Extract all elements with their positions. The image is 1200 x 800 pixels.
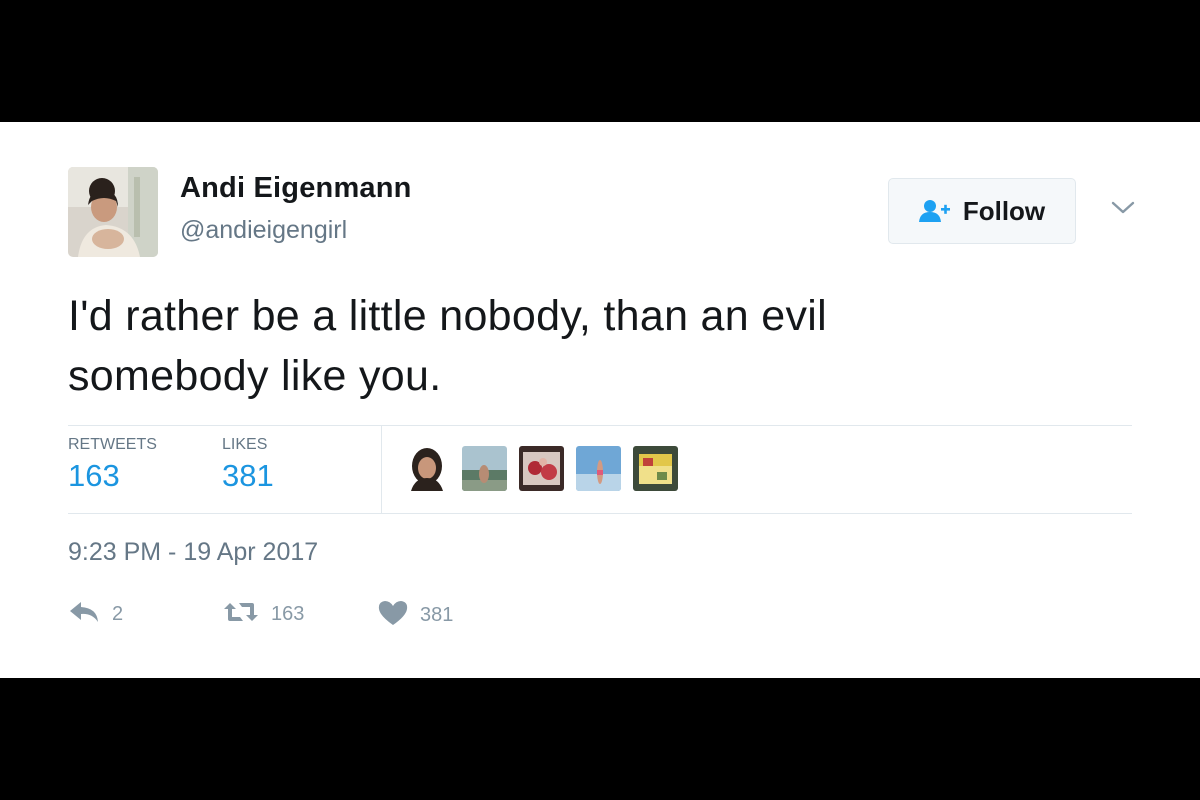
tweet-card: Andi Eigenmann @andieigengirl Follow I'd… [0,122,1200,678]
tweet-text-line-2: somebody like you. [68,352,442,400]
liker-avatar-3[interactable] [519,446,564,491]
likes-stat[interactable]: LIKES 381 [222,436,274,494]
tweet-text-line-1: I'd rather be a little nobody, than an e… [68,292,827,340]
stats-divider-top [68,425,1132,426]
follow-button[interactable]: Follow [888,178,1076,244]
liker-avatar-1[interactable] [405,446,450,491]
like-count: 381 [420,604,454,626]
add-user-icon [918,199,951,223]
author-handle[interactable]: @andieigengirl [180,216,347,245]
heart-icon [378,600,408,631]
retweets-label: RETWEETS [68,436,157,453]
like-button[interactable]: 381 [378,600,453,631]
reply-count: 2 [112,603,124,625]
retweet-icon [223,600,259,629]
reply-button[interactable]: 2 [68,600,123,629]
tweet-text: I'd rather be a little nobody, than an e… [68,286,1068,406]
follow-label: Follow [962,195,1046,226]
liker-avatars [405,446,678,491]
stats-divider-bottom [68,513,1132,514]
author-display-name[interactable]: Andi Eigenmann [180,172,412,205]
liker-avatar-5[interactable] [633,446,678,491]
retweets-stat[interactable]: RETWEETS 163 [68,436,157,494]
liker-avatar-2[interactable] [462,446,507,491]
avatar-photo [68,167,158,257]
reply-icon [68,600,100,629]
retweet-button[interactable]: 163 [223,600,304,629]
likes-value: 381 [222,458,274,493]
likes-label: LIKES [222,436,268,453]
liker-avatar-4[interactable] [576,446,621,491]
stats-separator [381,425,382,513]
retweet-count: 163 [271,603,305,625]
chevron-down-icon[interactable] [1110,200,1136,221]
retweets-value: 163 [68,458,120,493]
tweet-timestamp[interactable]: 9:23 PM - 19 Apr 2017 [68,538,318,567]
author-avatar[interactable] [68,167,158,257]
video-frame: Andi Eigenmann @andieigengirl Follow I'd… [0,0,1200,800]
